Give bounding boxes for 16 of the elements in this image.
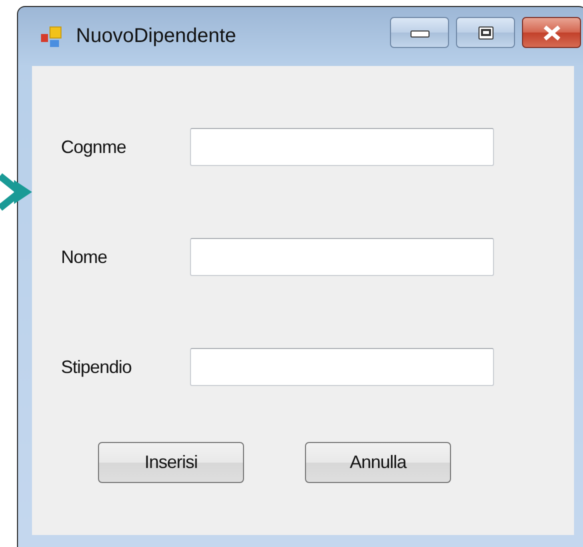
field-label: Nome [61,246,108,268]
maximize-button[interactable] [456,17,515,48]
minimize-icon [410,28,430,38]
field-label: Stipendio [61,356,133,378]
text-field[interactable] [190,128,494,166]
app-icon [40,24,64,48]
close-button[interactable] [522,17,581,48]
text-field[interactable] [190,238,494,276]
window-title: NuovoDipendente [76,25,236,48]
text-field[interactable] [190,348,494,386]
maximize-icon [478,26,494,40]
minimize-button[interactable] [390,17,449,48]
field-label: Cognme [61,136,128,158]
close-icon [542,24,562,40]
form-button[interactable]: Annulla [305,442,451,483]
form-button[interactable]: Inserisi [98,442,244,483]
